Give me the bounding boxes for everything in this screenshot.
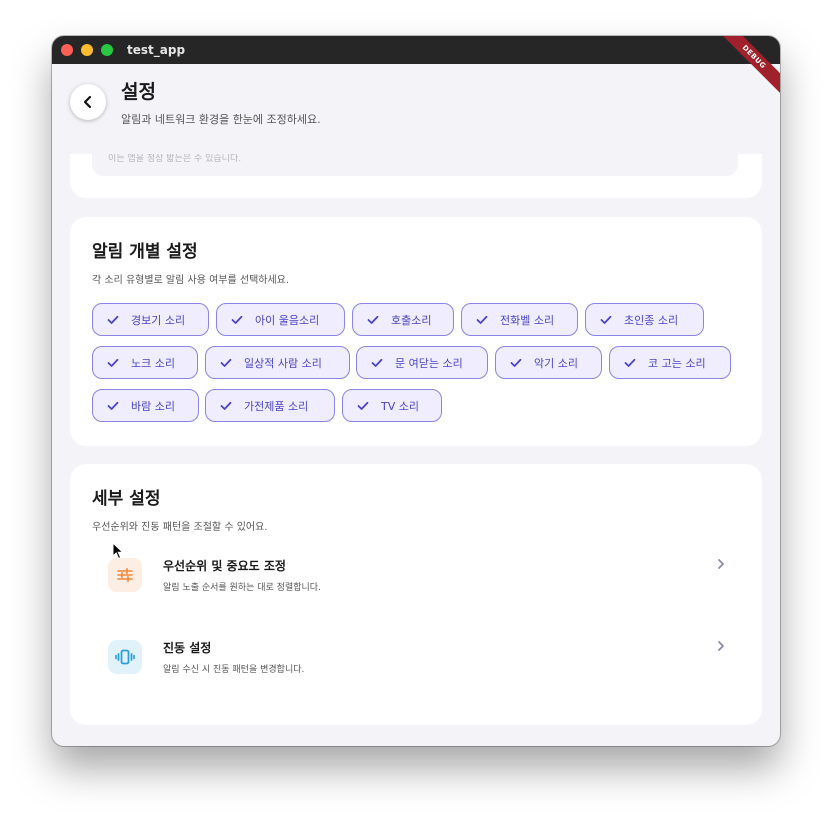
title-bar: test_app: [52, 36, 780, 64]
check-icon: [107, 315, 119, 324]
app-bar: 설정 알림과 네트워크 환경을 한눈에 조정하세요.: [52, 64, 780, 154]
sound-filter-chip[interactable]: 문 여닫는 소리: [356, 346, 488, 379]
alert-section-subtitle: 각 소리 유형별로 알림 사용 여부를 선택하세요.: [92, 275, 290, 286]
sound-filter-chip[interactable]: 경보기 소리: [92, 303, 209, 336]
info-box: 이는 앱을 정상 밟는은 수 있습니다.: [92, 154, 738, 176]
info-box-text: 이는 앱을 정상 밟는은 수 있습니다.: [108, 154, 242, 164]
settings-scroll-area[interactable]: 이는 앱을 정상 밟는은 수 있습니다. 알림 개별 설정 각 소리 유형별로 …: [52, 154, 780, 746]
chevron-left-icon: [83, 95, 92, 109]
check-icon: [367, 315, 379, 324]
check-icon: [600, 315, 612, 324]
check-icon: [357, 401, 369, 410]
window-title: test_app: [127, 43, 186, 57]
window-controls: [61, 44, 113, 56]
check-icon: [510, 358, 522, 367]
sound-filter-chip[interactable]: TV 소리: [342, 389, 442, 422]
priority-item-title: 우선순위 및 중요도 조정: [163, 559, 286, 573]
vibration-icon-box: [108, 640, 142, 674]
check-icon: [107, 358, 119, 367]
chip-label: 악기 소리: [534, 356, 578, 370]
chip-label: 일상적 사람 소리: [244, 356, 322, 370]
alert-section-title: 알림 개별 설정: [92, 242, 198, 262]
page-subtitle: 알림과 네트워크 환경을 한눈에 조정하세요.: [121, 113, 321, 126]
sound-filter-chip[interactable]: 초인종 소리: [585, 303, 704, 336]
chip-label: 아이 울음소리: [255, 313, 320, 327]
sound-filter-chip[interactable]: 코 고는 소리: [609, 346, 731, 379]
sound-filter-chip[interactable]: 호출소리: [352, 303, 454, 336]
check-icon: [107, 401, 119, 410]
chip-label: 초인종 소리: [624, 313, 679, 327]
chip-label: 경보기 소리: [131, 313, 186, 327]
check-icon: [476, 315, 488, 324]
minimize-window-button[interactable]: [81, 44, 93, 56]
priority-icon-box: [108, 558, 142, 592]
chevron-right-icon: [718, 559, 724, 569]
check-icon: [220, 358, 232, 367]
check-icon: [624, 358, 636, 367]
sound-filter-chip[interactable]: 바람 소리: [92, 389, 199, 422]
detail-section-title: 세부 설정: [92, 489, 161, 509]
vibration-item-description: 알림 수신 시 진동 패턴을 변경합니다.: [163, 665, 305, 675]
chip-label: 문 여닫는 소리: [395, 356, 463, 370]
chip-label: 가전제품 소리: [244, 399, 309, 413]
sound-filter-chip[interactable]: 아이 울음소리: [216, 303, 345, 336]
back-button[interactable]: [70, 84, 106, 120]
chip-label: 노크 소리: [131, 356, 175, 370]
check-icon: [231, 315, 243, 324]
chip-label: 호출소리: [391, 313, 432, 327]
sound-filter-chip[interactable]: 일상적 사람 소리: [205, 346, 350, 379]
sliders-icon: [117, 567, 133, 582]
vibration-settings-item[interactable]: 진동 설정 알림 수신 시 진동 패턴을 변경합니다.: [92, 629, 740, 693]
chip-label: 코 고는 소리: [648, 356, 706, 370]
chip-label: TV 소리: [381, 399, 419, 413]
detail-section-subtitle: 우선순위와 진동 패턴을 조절할 수 있어요.: [92, 522, 268, 533]
check-icon: [220, 401, 232, 410]
check-icon: [371, 358, 383, 367]
sound-filter-chip[interactable]: 악기 소리: [495, 346, 602, 379]
vibration-icon: [115, 649, 135, 665]
priority-settings-item[interactable]: 우선순위 및 중요도 조정 알림 노출 순서를 원하는 대로 정렬합니다.: [92, 547, 740, 611]
mouse-cursor-icon: [112, 542, 124, 560]
vibration-item-title: 진동 설정: [163, 641, 212, 655]
close-window-button[interactable]: [61, 44, 73, 56]
alert-settings-card: 알림 개별 설정 각 소리 유형별로 알림 사용 여부를 선택하세요. 경보기 …: [70, 217, 762, 446]
chip-label: 전화벨 소리: [500, 313, 555, 327]
app-window: test_app 설정 알림과 네트워크 환경을 한눈에 조정하세요. DEBU…: [52, 36, 780, 746]
priority-item-description: 알림 노출 순서를 원하는 대로 정렬합니다.: [163, 583, 321, 593]
network-card: 이는 앱을 정상 밟는은 수 있습니다.: [70, 154, 762, 198]
maximize-window-button[interactable]: [101, 44, 113, 56]
detail-settings-card: 세부 설정 우선순위와 진동 패턴을 조절할 수 있어요. 우선순위 및 중요도…: [70, 464, 762, 725]
sound-filter-chip[interactable]: 가전제품 소리: [205, 389, 335, 422]
chevron-right-icon: [718, 641, 724, 651]
sound-filter-chip[interactable]: 노크 소리: [92, 346, 198, 379]
sound-filter-chip[interactable]: 전화벨 소리: [461, 303, 578, 336]
chip-label: 바람 소리: [131, 399, 175, 413]
page-title: 설정: [121, 81, 156, 103]
